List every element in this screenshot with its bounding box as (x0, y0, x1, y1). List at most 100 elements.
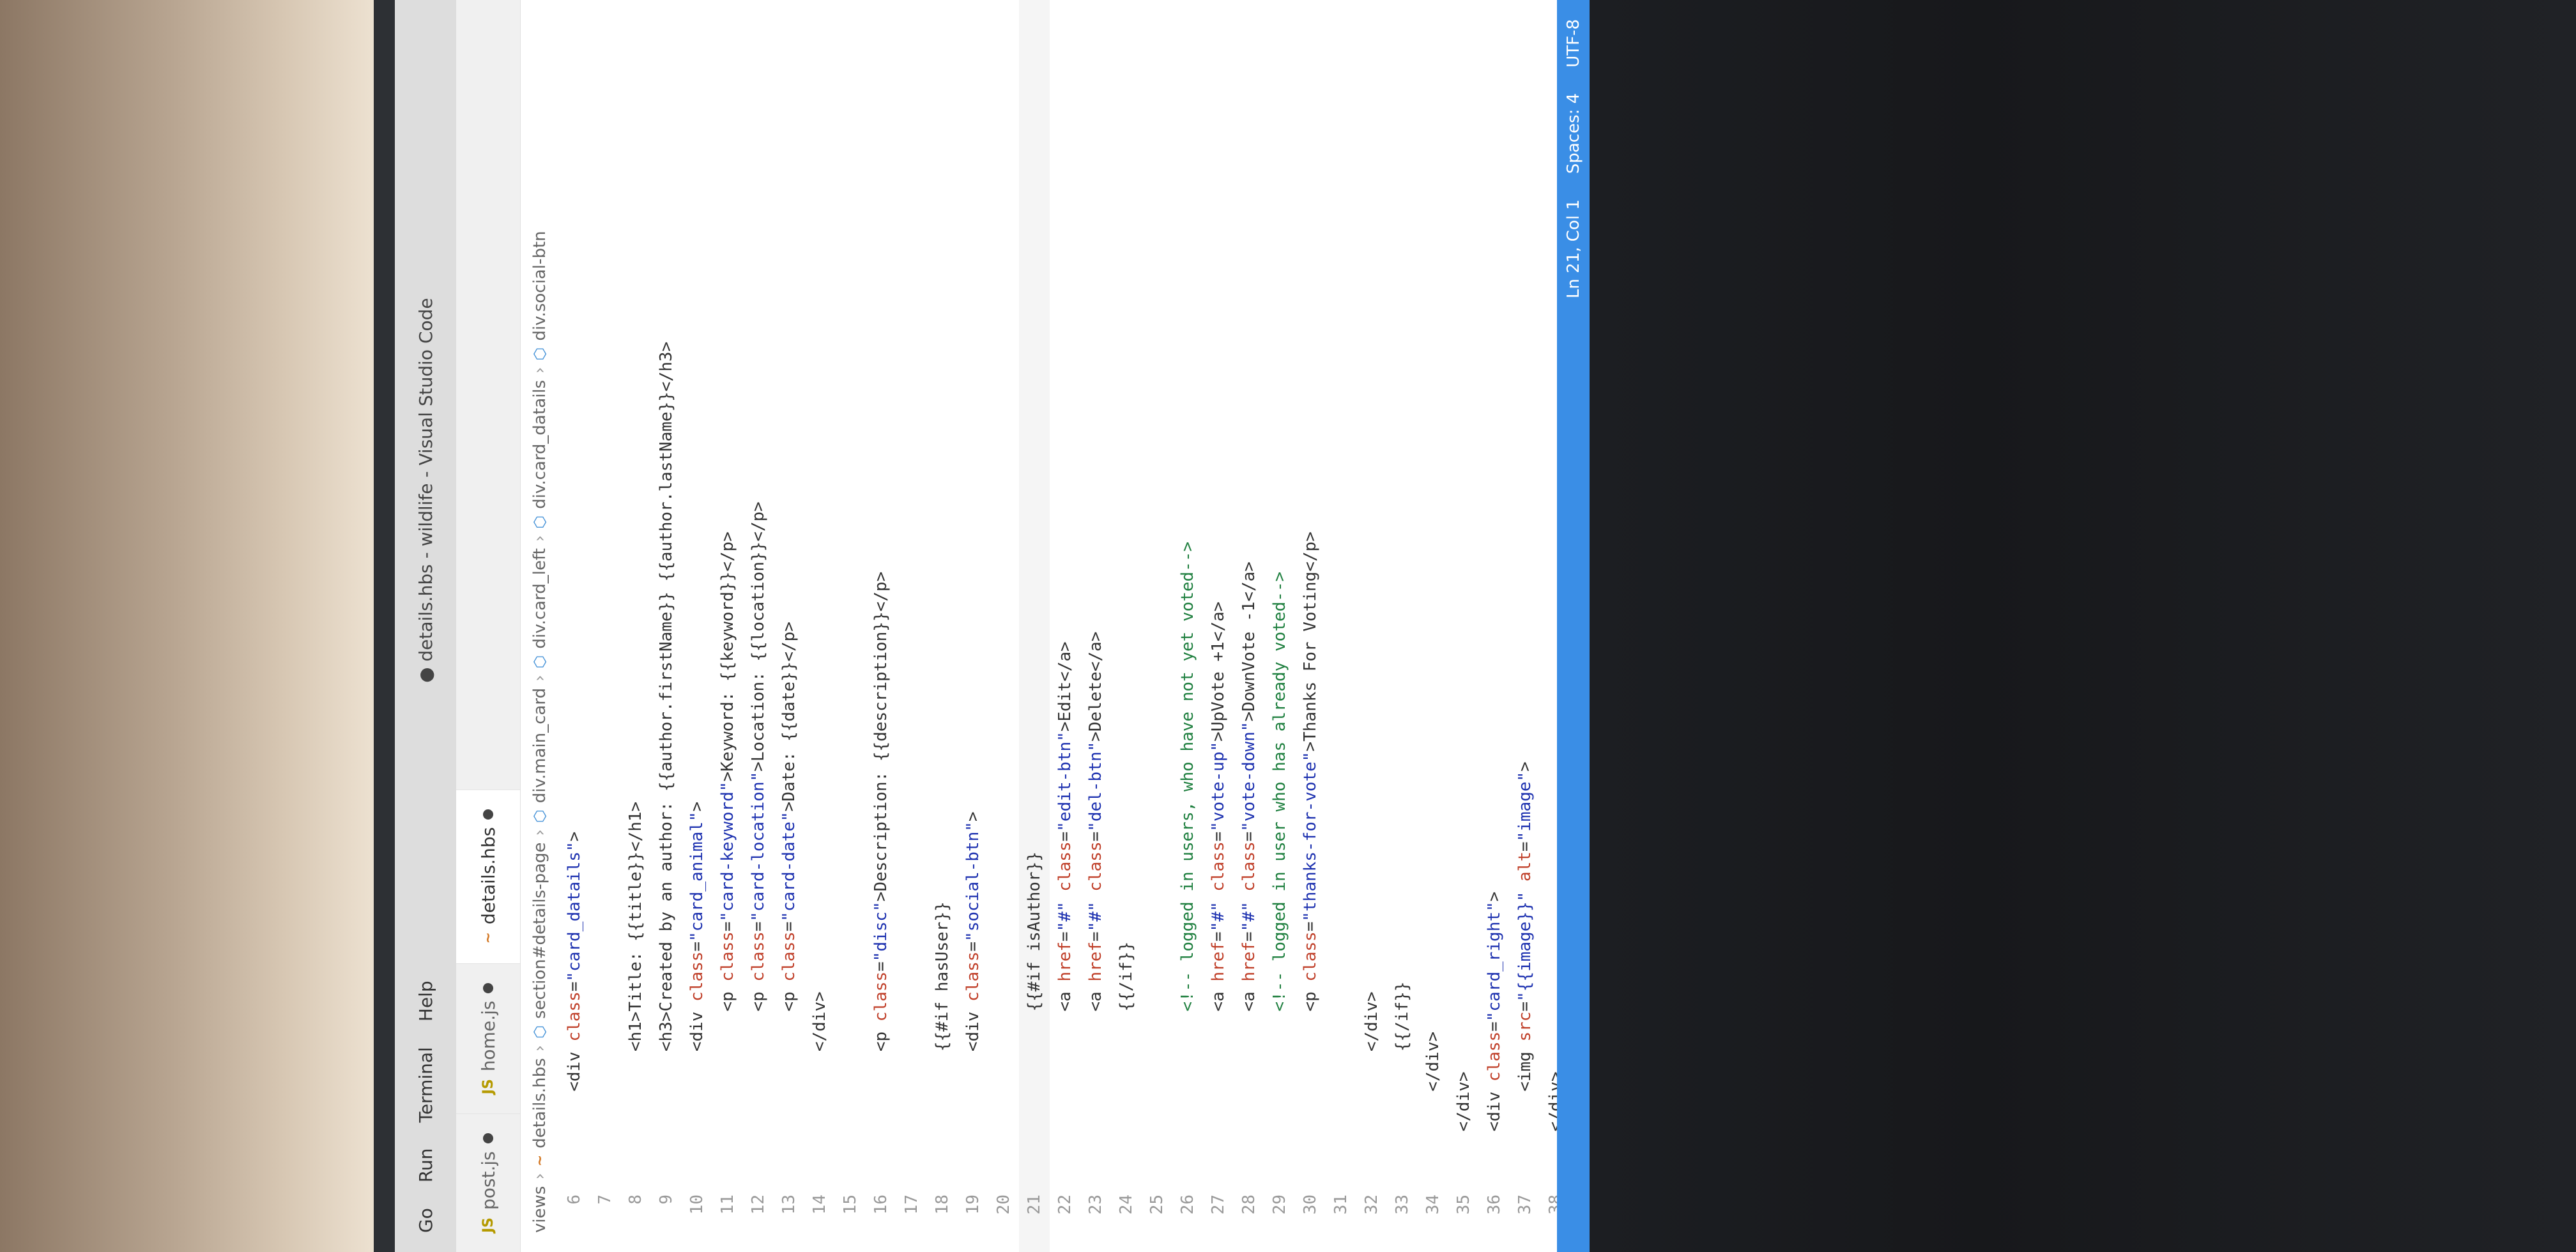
unsaved-dot-icon[interactable] (483, 982, 493, 993)
code-text: </div> (1423, 1031, 1443, 1172)
menu-item-run[interactable]: Run (415, 1148, 436, 1182)
code-line[interactable]: 6 <div class="card_datails"> (559, 0, 590, 1252)
code-line[interactable]: 26 <!-- logged in users, who have not ye… (1172, 0, 1203, 1252)
code-line[interactable]: 13 <p class="card-date">Date: {{date}}</… (774, 0, 804, 1252)
unsaved-dot-icon[interactable] (483, 809, 493, 820)
breadcrumb-item[interactable]: section#details-page (530, 843, 549, 1019)
line-number: 24 (1117, 1195, 1136, 1215)
breadcrumb-item[interactable]: div.social-btn (530, 231, 549, 340)
code-line[interactable]: 19 <div class="social-btn"> (958, 0, 988, 1252)
code-text: <h1>Title: {{title}}</h1> (626, 801, 645, 1172)
code-text: <p class="thanks-for-vote">Thanks For Vo… (1301, 531, 1320, 1172)
code-line[interactable]: 16 <p class="disc">Description: {{descri… (866, 0, 896, 1252)
line-number: 14 (810, 1195, 829, 1215)
code-line[interactable]: 37 <img src="{{image}}" alt="image"> (1510, 0, 1540, 1252)
indentation-setting[interactable]: Spaces: 4 (1564, 93, 1583, 174)
code-line[interactable]: 18 {{#if hasUser}} (927, 0, 958, 1252)
line-number: 28 (1239, 1195, 1259, 1215)
code-line[interactable]: 14 </div> (804, 0, 835, 1252)
tab-details-hbs[interactable]: ~ details.hbs (456, 789, 520, 963)
code-line[interactable]: 17 (896, 0, 927, 1252)
status-bar: Ln 21, Col 1 Spaces: 4 UTF-8 (1557, 0, 1590, 1252)
code-text: <!-- logged in users, who have not yet v… (1178, 541, 1197, 1172)
breadcrumb-item[interactable]: div.card_datails (530, 380, 549, 509)
vscode-window: Go Run Terminal Help ● details.hbs - wil… (395, 0, 1590, 1252)
tab-home-js[interactable]: JS home.js (456, 963, 520, 1114)
line-number: 35 (1454, 1195, 1473, 1215)
code-line[interactable]: 28 <a href="#" class="vote-down">DownVot… (1234, 0, 1264, 1252)
code-line[interactable]: 7 (590, 0, 620, 1252)
code-line[interactable]: 15 (835, 0, 866, 1252)
breadcrumb-item[interactable]: details.hbs (530, 1058, 549, 1148)
code-text: </div> (810, 991, 829, 1172)
code-text: <a href="#" class="edit-btn">Edit</a> (1055, 641, 1075, 1172)
code-line[interactable]: 36 <div class="card_right"> (1479, 0, 1510, 1252)
line-number: 13 (779, 1195, 799, 1215)
code-text: <!-- logged in user who has already vote… (1270, 571, 1289, 1172)
line-number: 29 (1270, 1195, 1289, 1215)
file-encoding[interactable]: UTF-8 (1564, 19, 1583, 68)
element-cube-icon: ⬡ (531, 809, 549, 823)
code-line[interactable]: 12 <p class="card-location">Location: {{… (743, 0, 774, 1252)
line-number: 33 (1393, 1195, 1412, 1215)
chevron-right-icon: › (530, 367, 549, 374)
chevron-right-icon: › (530, 1044, 549, 1052)
code-text: <div class="card_animal"> (687, 801, 707, 1172)
code-line[interactable]: 11 <p class="card-keyword">Keyword: {{ke… (712, 0, 743, 1252)
code-line[interactable]: 27 <a href="#" class="vote-up">UpVote +1… (1203, 0, 1234, 1252)
code-text: <img src="{{image}}" alt="image"> (1515, 761, 1535, 1172)
line-number: 6 (565, 1195, 584, 1205)
code-line[interactable]: 25 (1142, 0, 1172, 1252)
code-line[interactable]: 30 <p class="thanks-for-vote">Thanks For… (1295, 0, 1326, 1252)
element-cube-icon: ⬡ (531, 655, 549, 669)
line-number: 32 (1362, 1195, 1381, 1215)
tab-post-js[interactable]: JS post.js (456, 1113, 520, 1252)
code-line[interactable]: 33 {{/if}} (1387, 0, 1418, 1252)
code-text: <div class="card_right"> (1485, 891, 1504, 1172)
code-text: <p class="card-keyword">Keyword: {{keywo… (718, 531, 737, 1172)
line-number: 37 (1515, 1195, 1535, 1215)
unsaved-dot-icon[interactable] (483, 1133, 493, 1144)
title-bar: Go Run Terminal Help ● details.hbs - wil… (395, 0, 456, 1252)
menu-item-terminal[interactable]: Terminal (415, 1047, 436, 1122)
element-cube-icon: ⬡ (531, 515, 549, 529)
code-line[interactable]: 29 <!-- logged in user who has already v… (1264, 0, 1295, 1252)
code-line[interactable]: 9 <h3>Created by an author: {{author.fir… (651, 0, 682, 1252)
line-number: 19 (963, 1195, 983, 1215)
window-title: ● details.hbs - wildlife - Visual Studio… (415, 298, 436, 683)
menu-item-go[interactable]: Go (415, 1208, 436, 1233)
code-line[interactable]: 34 </div> (1418, 0, 1448, 1252)
line-number: 11 (718, 1195, 737, 1215)
code-line[interactable]: 8 <h1>Title: {{title}}</h1> (620, 0, 651, 1252)
menu-bar: Go Run Terminal Help (415, 981, 436, 1252)
code-text: <p class="card-location">Location: {{loc… (749, 501, 768, 1172)
code-line[interactable]: 31 (1326, 0, 1356, 1252)
code-text: <p class="disc">Description: {{descripti… (871, 571, 891, 1172)
breadcrumb-item[interactable]: views (530, 1186, 549, 1233)
line-number: 25 (1147, 1195, 1167, 1215)
code-text: <p class="card-date">Date: {{date}}</p> (779, 622, 799, 1172)
code-line[interactable]: 32 </div> (1356, 0, 1387, 1252)
code-line[interactable]: 21 {{#if isAuthor}} (1019, 0, 1050, 1252)
breadcrumb-item[interactable]: div.card_left (530, 548, 549, 648)
javascript-file-icon: JS (480, 1079, 496, 1095)
cursor-position[interactable]: Ln 21, Col 1 (1564, 199, 1583, 298)
chevron-right-icon: › (530, 829, 549, 836)
code-line[interactable]: 22 <a href="#" class="edit-btn">Edit</a> (1050, 0, 1080, 1252)
line-number: 8 (626, 1195, 645, 1205)
line-number: 18 (933, 1195, 952, 1215)
line-number: 36 (1485, 1195, 1504, 1215)
line-number: 15 (841, 1195, 860, 1215)
code-line[interactable]: 10 <div class="card_animal"> (682, 0, 712, 1252)
code-text: <a href="#" class="vote-down">DownVote -… (1239, 561, 1259, 1172)
code-editor[interactable]: 6 <div class="card_datails"> 7 8 <h1>Title… (559, 0, 1565, 1252)
code-line[interactable]: 20 (988, 0, 1019, 1252)
tab-label: post.js (477, 1151, 499, 1210)
menu-item-help[interactable]: Help (415, 981, 436, 1021)
breadcrumb-item[interactable]: div.main_card (530, 688, 549, 803)
code-line[interactable]: 24 {{/if}} (1111, 0, 1142, 1252)
code-line[interactable]: 35 </div> (1448, 0, 1479, 1252)
line-number: 12 (749, 1195, 768, 1215)
line-number: 16 (871, 1195, 891, 1215)
code-line[interactable]: 23 <a href="#" class="del-btn">Delete</a… (1080, 0, 1111, 1252)
